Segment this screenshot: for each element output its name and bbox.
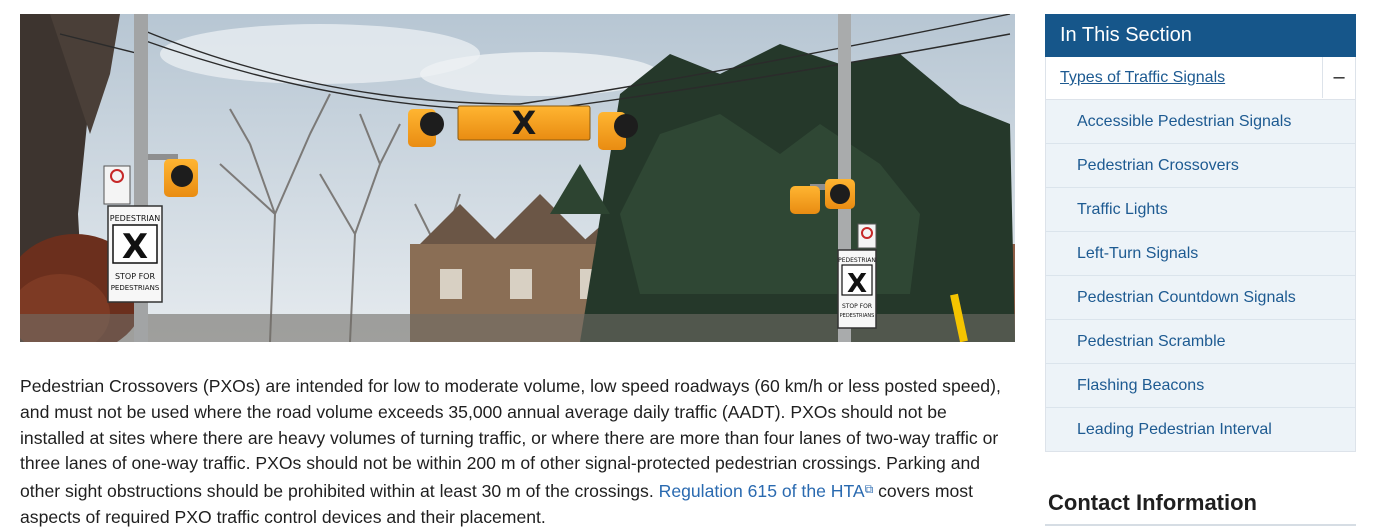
sidebar-item-pedestrian-scramble[interactable]: Pedestrian Scramble	[1046, 320, 1355, 364]
article-paragraph: Pedestrian Crossovers (PXOs) are intende…	[20, 374, 1010, 531]
collapse-toggle-button[interactable]: –	[1322, 57, 1355, 98]
sidebar-item-traffic-lights[interactable]: Traffic Lights	[1046, 188, 1355, 232]
svg-text:STOP FOR: STOP FOR	[842, 303, 872, 310]
sidebar-item-accessible-pedestrian-signals[interactable]: Accessible Pedestrian Signals	[1046, 100, 1355, 144]
contact-information-heading: Contact Information	[1048, 490, 1257, 515]
svg-text:STOP FOR: STOP FOR	[115, 272, 156, 281]
svg-text:PEDESTRIAN: PEDESTRIAN	[110, 214, 160, 223]
contact-divider	[1045, 524, 1356, 526]
sidebar-item-flashing-beacons[interactable]: Flashing Beacons	[1046, 364, 1355, 408]
svg-text:X: X	[122, 227, 148, 267]
section-link-types-of-traffic-signals[interactable]: Types of Traffic Signals	[1060, 57, 1225, 98]
sidebar-item-left-turn-signals[interactable]: Left-Turn Signals	[1046, 232, 1355, 276]
svg-text:PEDESTRIAN: PEDESTRIAN	[838, 257, 876, 264]
sidebar-item-leading-pedestrian-interval[interactable]: Leading Pedestrian Interval	[1046, 408, 1355, 451]
external-link-icon[interactable]: ⧉	[865, 482, 874, 496]
section-types-of-traffic-signals: Types of Traffic Signals –	[1045, 57, 1356, 100]
svg-text:X: X	[512, 104, 537, 142]
section-sub-list: Accessible Pedestrian Signals Pedestrian…	[1045, 100, 1356, 452]
hero-photo-illustration: X PEDESTRIAN X STOP FOR PEDESTRIANS PEDE…	[20, 14, 1015, 342]
sidebar-item-pedestrian-countdown-signals[interactable]: Pedestrian Countdown Signals	[1046, 276, 1355, 320]
hero-photo-pedestrian-crossover: X PEDESTRIAN X STOP FOR PEDESTRIANS PEDE…	[20, 14, 1015, 342]
svg-text:PEDESTRIANS: PEDESTRIANS	[111, 284, 160, 292]
sidebar-item-pedestrian-crossovers[interactable]: Pedestrian Crossovers	[1046, 144, 1355, 188]
svg-text:PEDESTRIANS: PEDESTRIANS	[840, 313, 875, 319]
signal-head-left	[164, 159, 198, 197]
sidebar-title: In This Section	[1045, 14, 1356, 57]
in-this-section-nav: In This Section Types of Traffic Signals…	[1045, 14, 1356, 452]
regulation-615-link[interactable]: Regulation 615 of the HTA⧉	[659, 481, 874, 501]
svg-text:X: X	[847, 269, 867, 299]
regulation-615-link-text[interactable]: Regulation 615 of the HTA	[659, 481, 865, 501]
